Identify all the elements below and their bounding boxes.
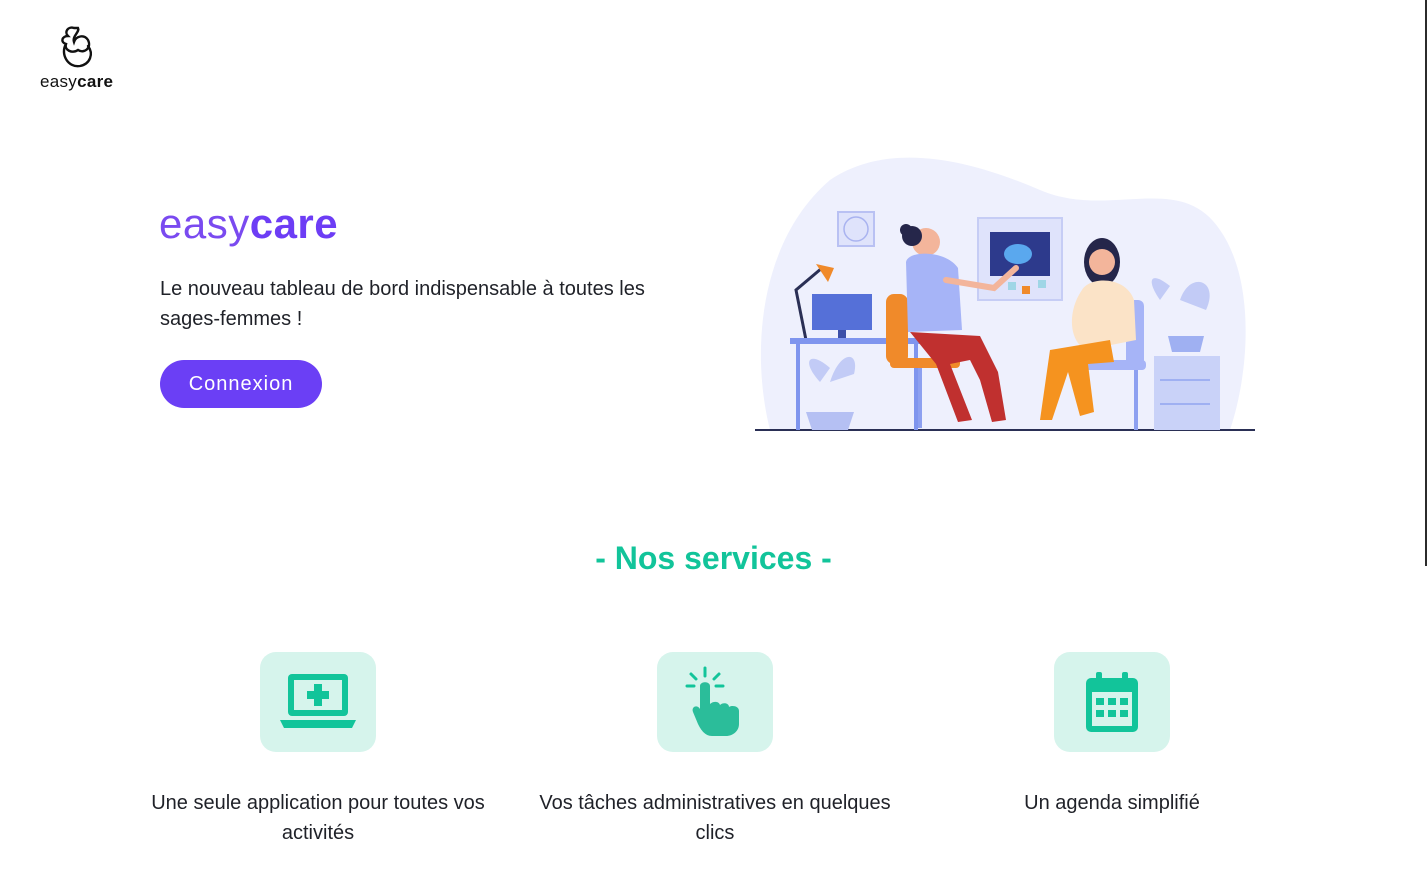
service-icon-tile: [1054, 652, 1170, 752]
medical-laptop-icon: [280, 674, 356, 728]
service-label: Vos tâches administratives en quelques c…: [539, 792, 891, 844]
header-logo[interactable]: easycare: [38, 24, 118, 96]
calendar-icon: [1086, 672, 1138, 732]
service-label: Un agenda simplifié: [1024, 792, 1200, 814]
connexion-button[interactable]: Connexion: [160, 360, 322, 408]
service-card-application: Une seule application pour toutes vos ac…: [138, 652, 498, 848]
hero-tagline: Le nouveau tableau de bord indispensable…: [160, 278, 645, 330]
easycare-logo-mark-icon: [61, 26, 92, 68]
service-label: Une seule application pour toutes vos ac…: [151, 792, 485, 844]
logo-wordmark: easycare: [40, 72, 114, 91]
midwife-consultation-illustration: [750, 150, 1260, 440]
service-card-admin: Vos tâches administratives en quelques c…: [535, 652, 895, 848]
services-title: - Nos services -: [595, 540, 832, 576]
hero-brand-title: easycare: [159, 200, 339, 247]
service-icon-tile: [657, 652, 773, 752]
tap-hand-icon: [685, 666, 739, 736]
service-icon-tile: [260, 652, 376, 752]
service-card-agenda: Un agenda simplifié: [932, 652, 1292, 818]
